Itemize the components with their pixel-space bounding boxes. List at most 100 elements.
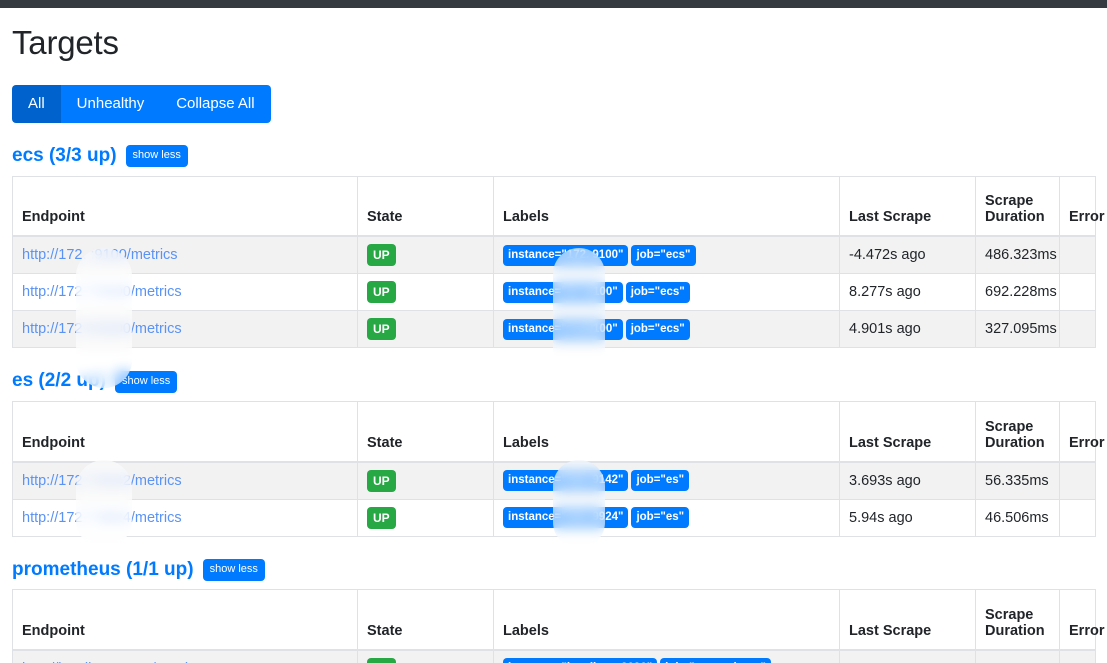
status-badge: UP [367,281,396,304]
endpoint-link[interactable]: http://172 7:9924/metrics [22,510,182,526]
label-badge[interactable]: instance="172. 9924" [503,506,629,529]
cell-scrape-duration: 486.323ms [975,235,1060,275]
column-header-endpoint: Endpoint [12,401,358,463]
cell-state: UP [357,649,494,663]
column-header-scrape-duration: Scrape Duration [975,401,1060,463]
column-header-endpoint: Endpoint [12,589,358,651]
label-badge[interactable]: job="es" [631,469,690,492]
table-row: http://172 7:9924/metrics UP instance="172… [12,498,1096,537]
label-badge[interactable]: instance="1 5:9100" [503,318,623,341]
filter-button-collapse-all[interactable]: Collapse All [160,85,271,123]
cell-last-scrape: 3.693s ago [839,461,976,500]
column-header-last-scrape: Last Scrape [839,589,976,651]
label-badge[interactable]: job="ecs" [631,244,696,267]
status-badge: UP [367,506,396,529]
cell-scrape-duration: 46.506ms [975,498,1060,537]
status-badge: UP [367,244,396,267]
column-header-scrape-duration: Scrape Duration [975,589,1060,651]
table-header-row: Endpoint State Labels Last Scrape Scrape Dur… [12,401,1104,463]
cell-last-scrape: 4.901s ago [839,310,976,349]
cell-last-scrape: -1.971s ago [839,649,976,663]
table-header-row: Endpoint State Labels Last Scrape Scrape Dur… [12,589,1104,651]
filter-button-all[interactable]: All [12,85,61,123]
show-less-button-es[interactable]: show less [114,370,178,393]
cell-error [1059,498,1096,537]
endpoint-link[interactable]: http://172. :9100/metrics [22,247,178,263]
show-less-button-ecs[interactable]: show less [125,145,188,168]
cell-labels: instance="172. 9142" job="es" [493,461,840,500]
job-header-prometheus: prometheus (1/1 up) show less [12,559,1095,582]
job-sections: ecs (3/3 up) show less Endpoint State Labels… [12,145,1104,663]
cell-last-scrape: -4.472s ago [839,235,976,275]
status-badge: UP [367,469,396,492]
targets-page: Targets All Unhealthy Collapse All ecs (3/… [0,26,1107,663]
cell-scrape-duration: 327.095ms [975,310,1060,349]
cell-labels: instance="1 5:9100" job="ecs" [493,310,840,349]
job-header-es: es (2/2 up) show less [12,370,1095,393]
cell-last-scrape: 5.94s ago [839,498,976,537]
cell-state: UP [357,461,494,500]
table-row: http://172 7:9100/metrics UP instance="17 … [12,273,1096,312]
table-header-row: Endpoint State Labels Last Scrape Scrape Dur… [12,175,1104,238]
cell-scrape-duration: 4.591ms [975,649,1060,663]
column-header-state: State [357,401,494,463]
label-badge[interactable]: instance="17 :9100" [503,281,623,304]
cell-endpoint: http://172 7:9924/metrics [12,498,358,537]
column-header-labels: Labels [493,175,840,238]
label-badge[interactable]: job="ecs" [625,318,690,341]
top-navbar [0,0,1107,8]
cell-endpoint: http://172. :9100/metrics [12,235,358,275]
cell-endpoint: http://172 7:9142/metrics [12,461,358,500]
status-badge: UP [367,318,396,341]
column-header-last-scrape: Last Scrape [839,401,976,463]
table-row: http://172 5:9100/metrics UP instance="1 5… [12,310,1096,349]
column-header-error: Error [1059,401,1104,463]
cell-endpoint: http://172 7:9100/metrics [12,273,358,312]
label-badge[interactable]: job="ecs" [625,281,690,304]
endpoint-link[interactable]: http://172 7:9100/metrics [22,284,182,300]
job-header-ecs: ecs (3/3 up) show less [12,145,1095,168]
label-badge[interactable]: job="prometheus" [660,658,771,663]
cell-state: UP [357,235,494,275]
show-less-button-prometheus[interactable]: show less [202,558,265,581]
label-badge[interactable]: instance="172. 9100" [503,244,629,267]
label-badge[interactable]: instance="localhost:9090" [503,658,658,663]
cell-labels: instance="localhost:9090"job="prometheus… [493,649,840,663]
cell-error [1059,461,1096,500]
label-badge[interactable]: instance="172. 9142" [503,469,629,492]
cell-labels: instance="17 :9100" job="ecs" [493,273,840,312]
cell-scrape-duration: 692.228ms [975,273,1060,312]
column-header-endpoint: Endpoint [12,175,358,238]
column-header-scrape-duration: Scrape Duration [975,175,1060,238]
column-header-last-scrape: Last Scrape [839,175,976,238]
job-section-ecs: ecs (3/3 up) show less Endpoint State Labels… [12,145,1104,349]
cell-endpoint: http://localhost:9090/metrics [12,649,358,663]
cell-state: UP [357,273,494,312]
column-header-error: Error [1059,175,1104,238]
cell-last-scrape: 8.277s ago [839,273,976,312]
cell-state: UP [357,498,494,537]
endpoint-link[interactable]: http://172 5:9100/metrics [22,321,182,337]
cell-scrape-duration: 56.335ms [975,461,1060,500]
cell-endpoint: http://172 5:9100/metrics [12,310,358,349]
filter-button-unhealthy[interactable]: Unhealthy [60,85,161,123]
status-badge: UP [367,657,396,663]
endpoint-link[interactable]: http://172 7:9142/metrics [22,473,182,489]
targets-table-ecs: Endpoint State Labels Last Scrape Scrape Dur… [12,175,1104,349]
cell-error [1059,310,1096,349]
table-row: http://172. :9100/metrics UP instance="172… [12,235,1096,275]
job-title-link-prometheus[interactable]: prometheus (1/1 up) [12,559,194,582]
table-row: http://172 7:9142/metrics UP instance="172… [12,461,1096,500]
column-header-state: State [357,175,494,238]
column-header-labels: Labels [493,589,840,651]
column-header-error: Error [1059,589,1104,651]
cell-state: UP [357,310,494,349]
job-title-link-es[interactable]: es (2/2 up) [12,370,106,393]
label-badge[interactable]: job="es" [631,506,690,529]
cell-labels: instance="172. 9100" job="ecs" [493,235,840,275]
job-title-link-ecs[interactable]: ecs (3/3 up) [12,145,117,168]
filter-button-group[interactable]: All Unhealthy Collapse All [12,85,271,123]
targets-table-prometheus: Endpoint State Labels Last Scrape Scrape Dur… [12,589,1104,663]
targets-table-es: Endpoint State Labels Last Scrape Scrape Dur… [12,401,1104,537]
cell-error [1059,235,1096,275]
